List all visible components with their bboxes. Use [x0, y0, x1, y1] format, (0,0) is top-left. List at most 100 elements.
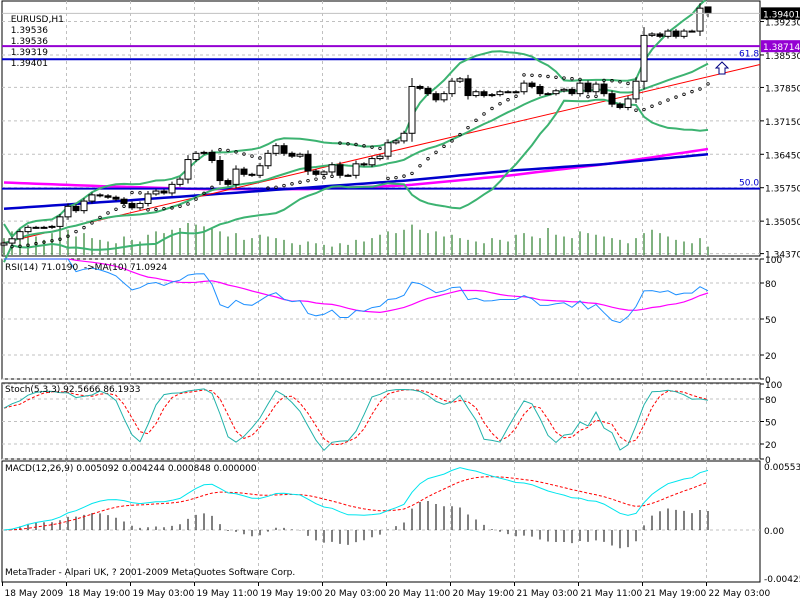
time-label: 18 May 2009	[5, 589, 64, 599]
candle-bull	[544, 93, 552, 96]
candle-bull	[456, 78, 464, 82]
fibo-level-label: 50.0	[739, 179, 759, 189]
candle-bull	[688, 30, 696, 33]
candle-bear	[312, 170, 320, 175]
candle-bull	[392, 140, 400, 144]
candle-bull	[136, 202, 144, 209]
time-label: 20 May 19:00	[453, 589, 515, 599]
price-label: 1.38530	[765, 52, 800, 62]
macd-axis-label: 0.00	[764, 527, 784, 537]
candle-bull	[400, 132, 408, 142]
stoch-axis-label: 80	[765, 396, 777, 406]
time-label: 22 May 03:00	[709, 589, 771, 599]
candle-bull	[200, 151, 208, 154]
time-label: 19 May 11:00	[197, 589, 259, 599]
stoch-header: Stoch(5,3,3) 92.5666 86.1933	[5, 385, 141, 395]
candle-bear	[280, 145, 288, 154]
candle-bull	[520, 82, 528, 93]
candle-bear	[704, 6, 712, 14]
candle-bear	[608, 93, 616, 105]
time-label: 21 May 11:00	[581, 589, 643, 599]
candle-bear	[248, 173, 256, 176]
candle-bear	[536, 85, 544, 95]
candle-bull	[488, 94, 496, 97]
macd-axis-label: -0.00425	[764, 575, 800, 585]
time-label: 19 May 03:00	[133, 589, 195, 599]
candle-bull	[344, 174, 352, 177]
candle-bear	[480, 91, 488, 97]
line-price-label: 1.38714	[763, 43, 800, 53]
candle-bull	[376, 155, 384, 160]
candle-bull	[368, 158, 376, 166]
candle-bull	[296, 153, 304, 157]
candle-bull	[48, 225, 56, 228]
candle-bull	[32, 226, 40, 229]
candle-bear	[112, 196, 120, 200]
candle-bear	[656, 33, 664, 37]
price-label: 1.36450	[765, 151, 800, 161]
macd-header: MACD(12,26,9) 0.005092 0.004244 0.000848…	[5, 464, 257, 474]
candle-bear	[568, 88, 576, 95]
time-label: 20 May 03:00	[325, 589, 387, 599]
candle-bull	[496, 91, 504, 96]
candle-bull	[232, 168, 240, 185]
candle-bear	[104, 195, 112, 198]
candle-bear	[288, 152, 296, 157]
ohlc-open: 1.39536	[10, 26, 48, 36]
candle-bull	[440, 93, 448, 101]
candle-bull	[168, 183, 176, 194]
time-label: 19 May 19:00	[261, 589, 323, 599]
candle-bull	[696, 7, 704, 32]
price-label: 1.37850	[765, 84, 800, 94]
price-label: 1.35050	[765, 218, 800, 228]
candle-bear	[672, 30, 680, 37]
candle-bear	[584, 82, 592, 93]
candle-bull	[640, 34, 648, 82]
candle-bear	[208, 151, 216, 161]
candle-bull	[592, 83, 600, 93]
candle-bear	[464, 78, 472, 97]
candle-bear	[128, 202, 136, 209]
candle-bull	[560, 88, 568, 92]
candle-bear	[360, 163, 368, 166]
chart-canvas: 18 May 2009 18 May 19:00 19 May 03:00 19 Ma…	[0, 0, 800, 599]
candle-bear	[216, 159, 224, 182]
candle-bull	[80, 200, 88, 212]
rsi-axis-label: 20	[765, 352, 777, 362]
stoch-axis-label: 100	[765, 381, 782, 391]
candle-bull	[40, 226, 48, 229]
candle-bull	[680, 30, 688, 37]
copyright-footer: MetaTrader - Alpari UK, ? 2001-2009 Meta…	[5, 568, 296, 578]
stoch-axis-label: 50	[765, 419, 777, 429]
candle-bull	[632, 80, 640, 100]
fibo-level-label: 61.8	[739, 49, 759, 59]
ohlc-high: 1.39536	[10, 37, 48, 47]
time-label: 20 May 11:00	[389, 589, 451, 599]
candle-bear	[224, 180, 232, 185]
candle-bear	[432, 93, 440, 101]
candle-bull	[0, 242, 8, 246]
candle-bull	[472, 91, 480, 97]
candle-bear	[424, 87, 432, 95]
candle-bull	[152, 190, 160, 195]
candle-bear	[528, 82, 536, 87]
rsi-axis-label: 80	[765, 280, 777, 290]
candle-bull	[576, 82, 584, 95]
symbol-header: EURUSD,H1	[10, 15, 64, 25]
candle-bull	[664, 30, 672, 37]
macd-axis-label: 0.005537	[764, 463, 800, 473]
candle-bull	[272, 145, 280, 154]
candle-bull	[320, 171, 328, 175]
current-price-label: 1.39401	[763, 10, 800, 20]
candle-bear	[616, 103, 624, 108]
candle-bear	[336, 164, 344, 176]
time-label: 21 May 03:00	[517, 589, 579, 599]
candle-bear	[96, 194, 104, 197]
candle-bull	[624, 98, 632, 108]
candle-bull	[448, 80, 456, 95]
candle-bull	[384, 142, 392, 157]
candle-bull	[328, 164, 336, 173]
time-label: 21 May 19:00	[645, 589, 707, 599]
time-label: 18 May 19:00	[69, 589, 131, 599]
price-label: 1.37150	[765, 118, 800, 128]
